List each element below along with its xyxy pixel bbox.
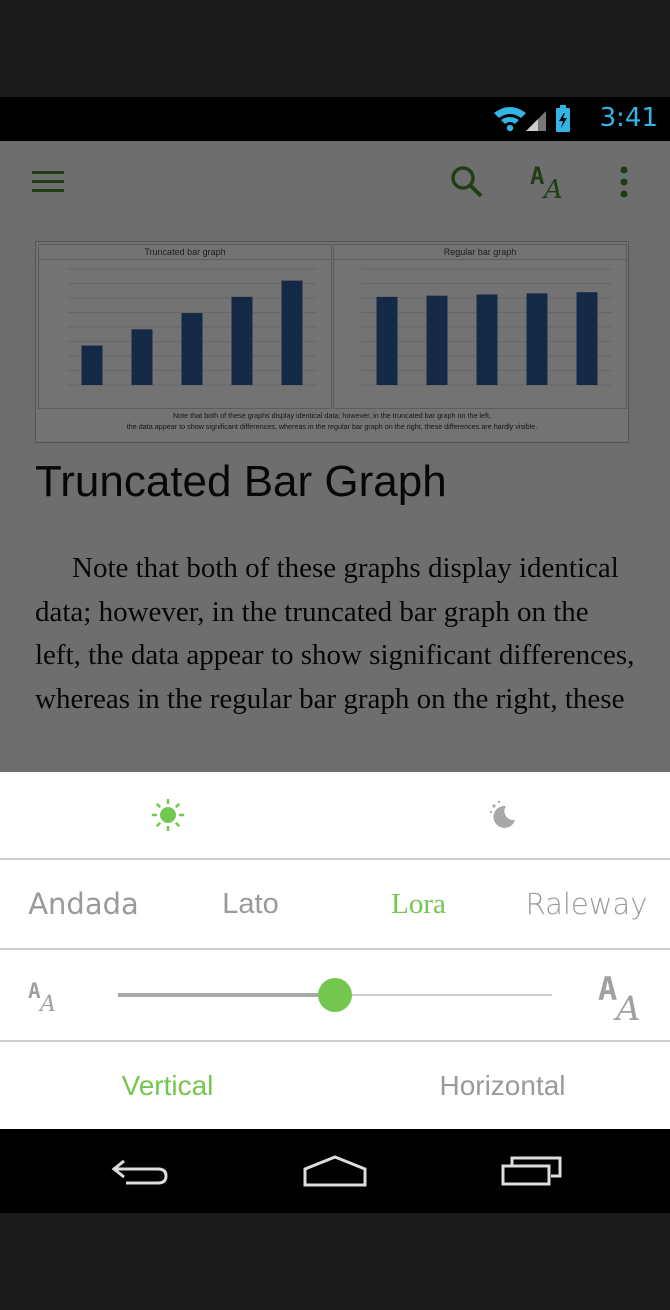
overflow-menu-button[interactable] [592,141,656,223]
truncated-graph-bar [281,280,303,385]
back-icon [111,1159,168,1185]
battery-icon [556,105,570,132]
svg-text:A: A [530,162,545,190]
bar-graph-figure: Truncated bar graph Regular bar graph No… [35,241,629,443]
slider-fill [118,993,335,997]
truncated-graph-panel: Truncated bar graph [38,244,332,409]
font-size-row: A A A A [0,950,670,1040]
font-option-andada[interactable]: Andada [0,860,167,948]
figure-caption-line1: Note that both of these graphs display i… [172,411,492,420]
truncated-graph-bar [81,345,103,385]
top-toolbar: A A [0,141,670,223]
wifi-icon [494,107,526,132]
recents-icon [501,1156,562,1186]
svg-text:A: A [598,970,617,1008]
article-title: Truncated Bar Graph [35,457,447,506]
truncated-graph-title: Truncated bar graph [39,247,331,260]
home-button[interactable] [275,1129,395,1213]
font-size-icon: A A [530,162,563,202]
regular-graph-bar [476,294,498,385]
signal-icon [526,111,546,131]
font-option-lato[interactable]: Lato [167,860,334,948]
regular-graph-bar [526,293,548,385]
clock: 3:41 [599,103,658,133]
theme-row [0,772,670,858]
article-body: Note that both of these graphs display i… [35,547,635,721]
svg-text:A: A [38,992,56,1014]
sun-icon [151,799,184,831]
home-icon [303,1155,367,1187]
regular-graph-bar [576,292,598,385]
regular-graph-title: Regular bar graph [334,247,626,260]
back-button[interactable] [80,1129,200,1213]
truncated-graph-bar [131,329,153,385]
regular-graph-panel: Regular bar graph [333,244,627,409]
moon-icon [489,800,515,828]
night-theme-button[interactable] [335,772,670,858]
text-settings-button[interactable]: A A [518,141,582,223]
search-button[interactable] [435,141,499,223]
svg-text:A: A [542,175,563,202]
vertical-orientation-button[interactable]: Vertical [0,1042,335,1130]
reading-settings-sheet: Andada Lato Lora Raleway A A A A Vertica… [0,772,670,1129]
hamburger-icon [32,171,64,192]
truncated-graph-bar [181,313,203,385]
font-size-large-icon: A A [598,970,641,1022]
orientation-row: Vertical Horizontal [0,1042,670,1129]
reader-view[interactable]: A A Truncated bar graph Regular bar grap… [0,141,670,772]
more-vert-icon [620,166,628,198]
status-icons [494,105,570,132]
svg-text:A: A [613,989,641,1022]
regular-graph-bar [376,296,398,385]
figure-caption: Note that both of these graphs display i… [36,410,628,432]
day-theme-button[interactable] [0,772,335,858]
truncated-graph-bar [231,296,253,385]
figure-caption-line2: the data appear to show significant diff… [126,422,538,431]
font-option-lora[interactable]: Lora [335,860,502,948]
horizontal-orientation-button[interactable]: Horizontal [335,1042,670,1130]
menu-button[interactable] [17,141,81,223]
regular-bar-chart [362,268,612,386]
article-body-text: Note that both of these graphs display i… [35,552,635,715]
font-row: Andada Lato Lora Raleway [0,860,670,948]
status-bar: 3:41 [0,97,670,141]
truncated-bar-chart [67,268,317,386]
font-option-raleway[interactable]: Raleway [503,860,670,948]
font-size-slider[interactable] [118,978,552,1012]
regular-graph-bar [426,295,448,385]
navigation-bar [0,1129,670,1213]
font-size-small-icon: A A [28,979,56,1014]
slider-thumb[interactable] [318,978,352,1012]
recents-button[interactable] [472,1129,592,1213]
search-icon [451,166,483,198]
